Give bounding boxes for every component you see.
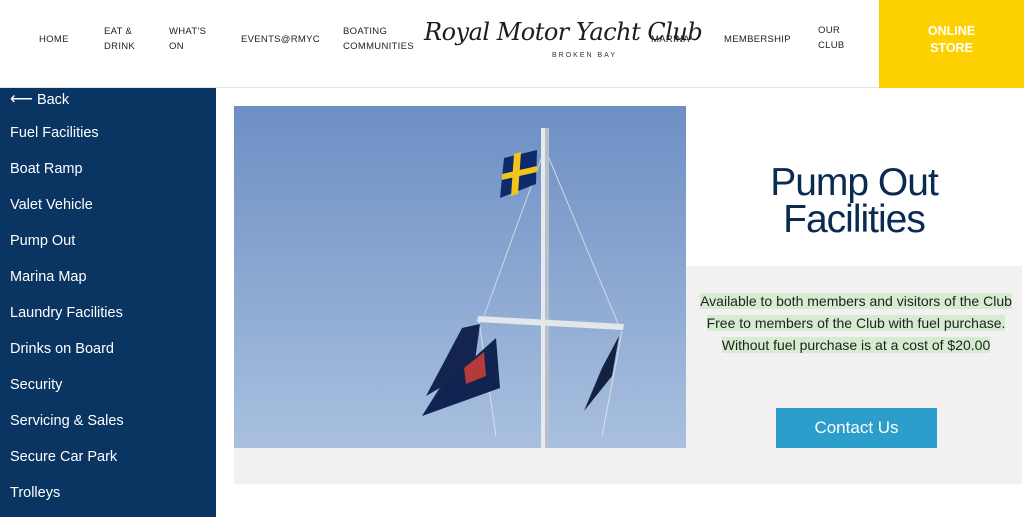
contact-us-button[interactable]: Contact Us [776,408,937,448]
sidebar-item-valet-vehicle[interactable]: Valet Vehicle [10,197,93,213]
sidebar-item-pump-out[interactable]: Pump Out [10,233,75,249]
title-panel: Pump Out Facilities [686,106,1022,266]
nav-whats-on[interactable]: WHAT'S ON [169,24,206,54]
sidebar-item-trolleys[interactable]: Trolleys [10,485,60,501]
nav-membership[interactable]: MEMBERSHIP [724,32,791,47]
nav-eat-drink[interactable]: EAT & DRINK [104,24,135,54]
club-logo[interactable]: Royal Motor Yacht Club BROKEN BAY [424,14,703,66]
sidebar: ⟵ Back Fuel Facilities Boat Ramp Valet Ve… [0,88,216,517]
site-header: HOME EAT & DRINK WHAT'S ON EVENTS@RMYC B… [0,0,1024,88]
sidebar-item-servicing-sales[interactable]: Servicing & Sales [10,413,124,429]
sidebar-item-fuel-facilities[interactable]: Fuel Facilities [10,125,99,141]
arrow-left-icon: ⟵ [10,91,33,108]
nav-our-club[interactable]: OUR CLUB [818,23,845,53]
description-highlight: Available to both members and visitors o… [700,293,1012,353]
online-store-button[interactable]: ONLINE STORE [879,0,1024,88]
flagpole-photo [234,106,686,448]
sidebar-item-secure-car-park[interactable]: Secure Car Park [10,449,117,465]
back-link[interactable]: ⟵ Back [10,89,69,109]
sidebar-item-marina-map[interactable]: Marina Map [10,269,87,285]
nav-marina[interactable]: MARINA [651,32,690,47]
nav-events[interactable]: EVENTS@RMYC [241,32,320,47]
nav-home[interactable]: HOME [39,32,69,47]
nav-boating-communities[interactable]: BOATING COMMUNITIES [343,24,414,54]
sidebar-item-drinks-on-board[interactable]: Drinks on Board [10,341,114,357]
sidebar-item-laundry-facilities[interactable]: Laundry Facilities [10,305,123,321]
sidebar-item-security[interactable]: Security [10,377,62,393]
description-text: Available to both members and visitors o… [700,290,1012,356]
logo-subtitle: BROKEN BAY [552,52,617,59]
sidebar-item-boat-ramp[interactable]: Boat Ramp [10,161,83,177]
back-label: Back [36,92,70,108]
page-title: Pump Out Facilities [770,161,939,241]
